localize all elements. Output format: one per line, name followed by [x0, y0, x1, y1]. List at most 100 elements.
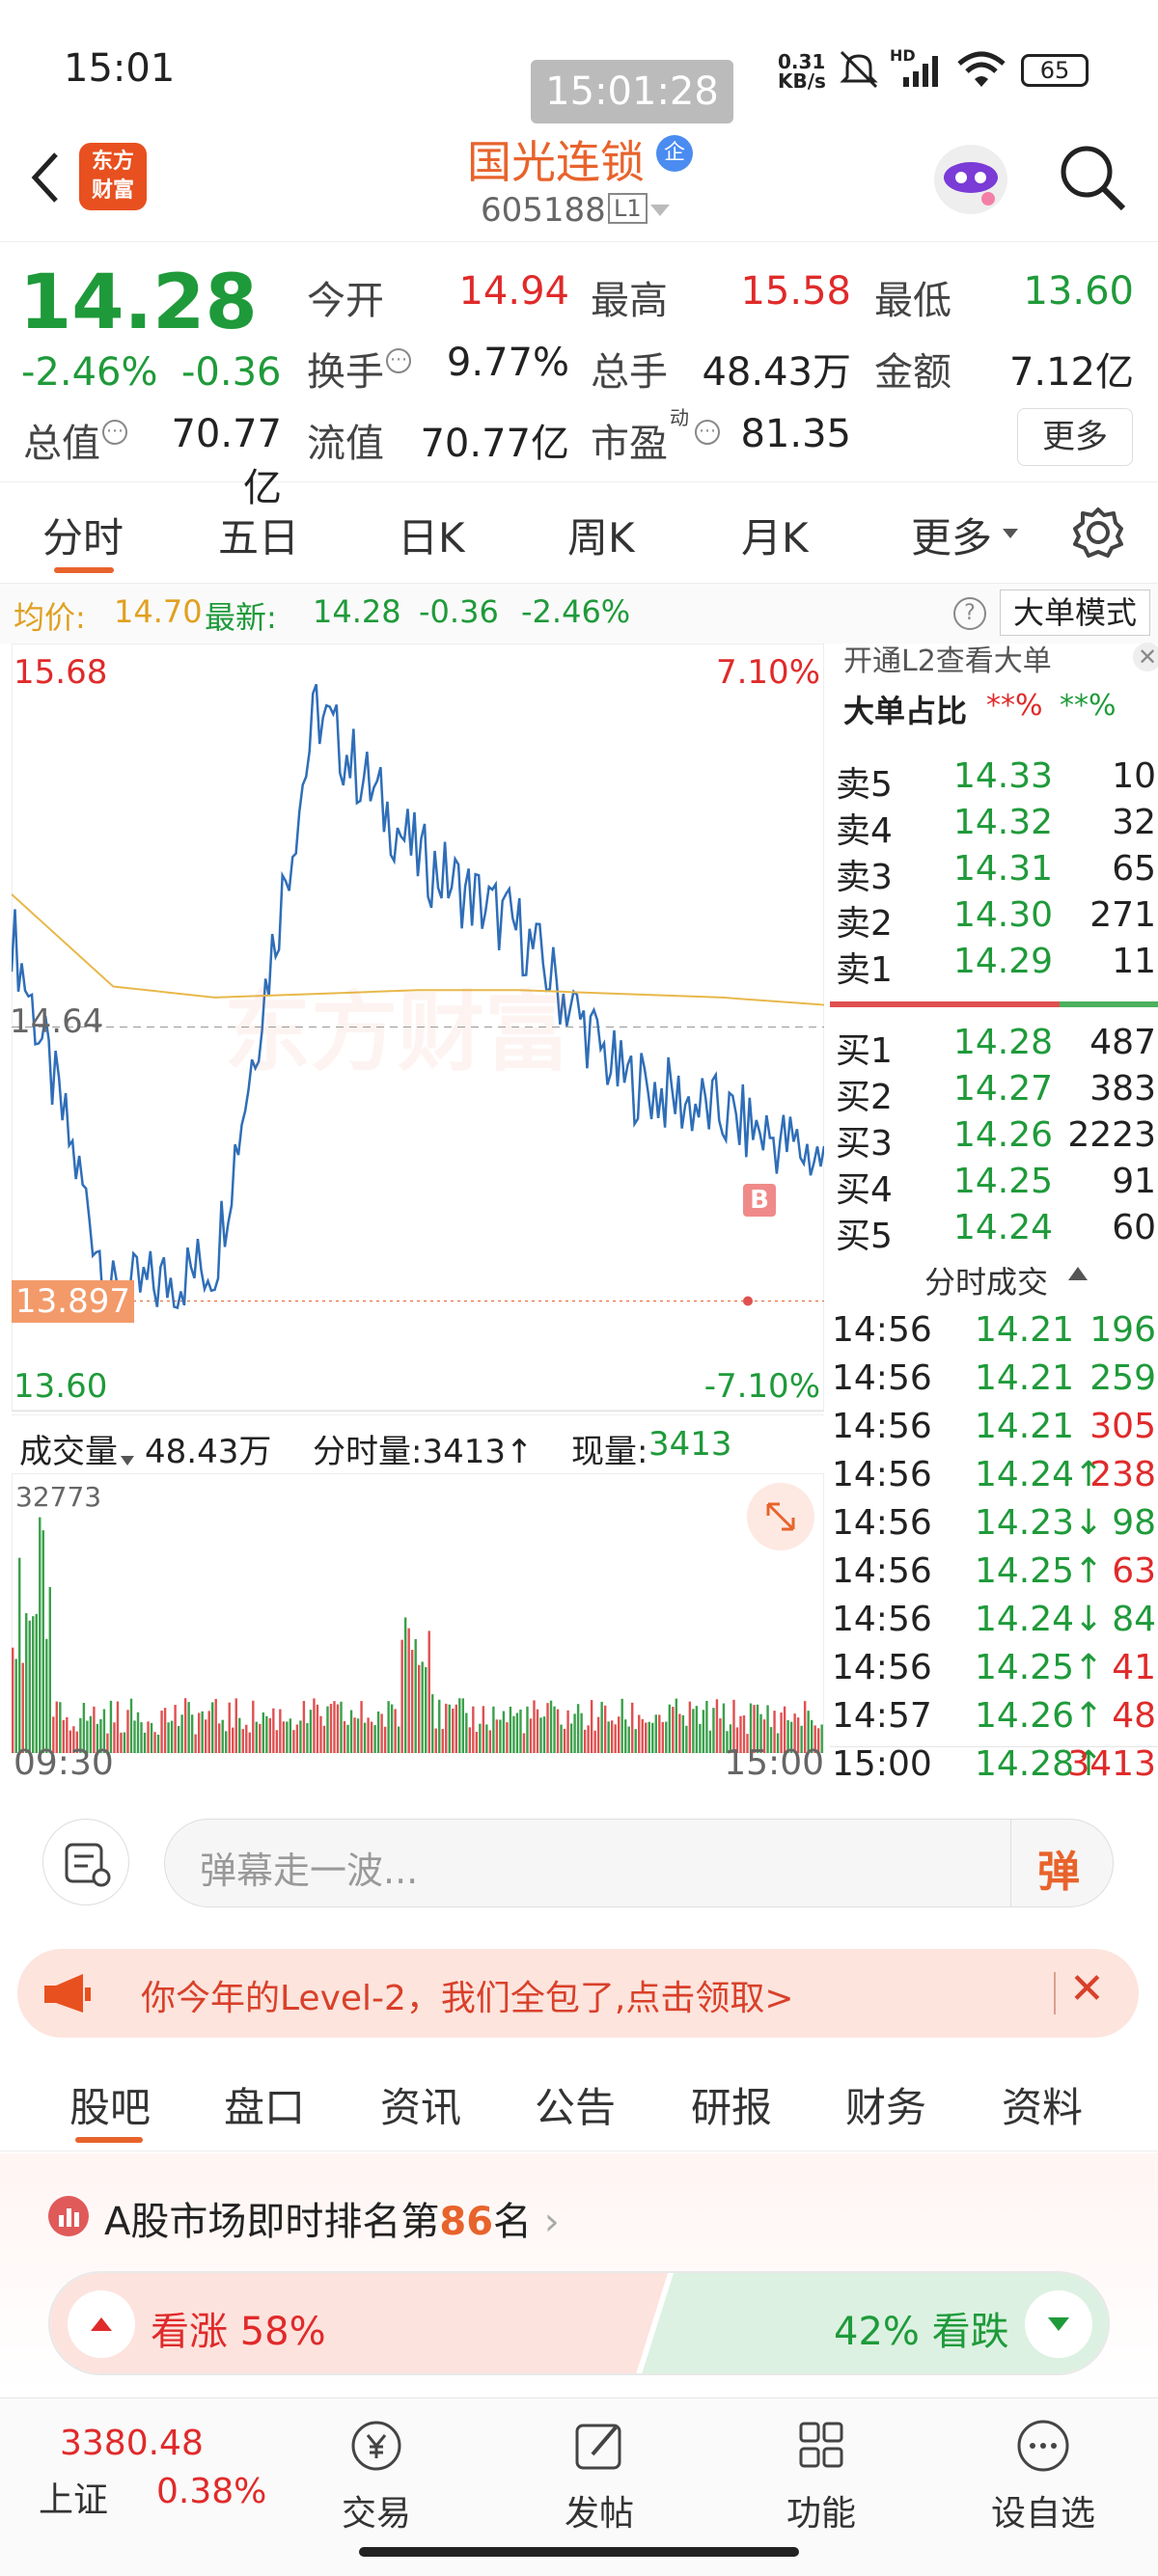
- bearish-button[interactable]: [1025, 2290, 1092, 2358]
- trade-row: 14:56 14.21 259: [830, 1358, 1158, 1405]
- index-pct[interactable]: 0.38%: [156, 2472, 266, 2511]
- volume-bar: [380, 1713, 383, 1753]
- volume-bar: [316, 1704, 319, 1753]
- volume-bar: [607, 1721, 610, 1753]
- latest-change: -0.36: [419, 593, 499, 630]
- caret-down-icon[interactable]: [1002, 525, 1019, 543]
- ob-volume: 10: [1112, 756, 1156, 796]
- trade-volume: 98: [1112, 1503, 1156, 1543]
- ob-volume: 2223: [1067, 1115, 1156, 1155]
- volume-bar: [461, 1698, 465, 1753]
- caret-up-icon[interactable]: [1067, 1266, 1089, 1285]
- tab-more[interactable]: 更多: [911, 506, 992, 564]
- info-icon[interactable]: ⋯: [695, 420, 720, 445]
- danmaku-send-button[interactable]: 弹: [1037, 1837, 1080, 1899]
- rank-text[interactable]: A股市场即时排名第86名 ›: [104, 2190, 560, 2246]
- caret-down-icon[interactable]: [648, 203, 672, 222]
- nav-post[interactable]: 发帖: [537, 2418, 662, 2535]
- comment-bar: 弹幕走一波... 弹: [0, 1790, 1158, 1934]
- close-icon[interactable]: ✕: [1069, 1964, 1105, 2014]
- volume-bar: [705, 1700, 708, 1753]
- volume-bar: [715, 1699, 719, 1753]
- nav-trade[interactable]: 交易: [314, 2418, 439, 2535]
- settings-icon[interactable]: [1071, 506, 1125, 563]
- volume-bar: [556, 1709, 560, 1753]
- tab-news[interactable]: 资讯: [380, 2075, 461, 2134]
- nav-functions[interactable]: 功能: [758, 2418, 884, 2535]
- ask-row: 卖3 14.31 65: [830, 849, 1158, 897]
- volume-bar: [255, 1721, 258, 1753]
- stock-code: 605188: [481, 191, 606, 230]
- intraday-chart[interactable]: 东方财富 15.68 7.10% 14.64 13.897 13.60 -7.1…: [10, 644, 824, 1783]
- volume-bar: [455, 1704, 457, 1753]
- back-icon[interactable]: [19, 147, 77, 205]
- volume-chart: [12, 1473, 824, 1753]
- tab-market-depth[interactable]: 盘口: [224, 2075, 305, 2134]
- caret-down-icon[interactable]: [120, 1437, 135, 1475]
- trade-volume: 196: [1089, 1310, 1156, 1350]
- tab-daily-k[interactable]: 日K: [398, 506, 465, 564]
- tab-research[interactable]: 研报: [691, 2075, 772, 2134]
- bullish-button[interactable]: [68, 2290, 135, 2358]
- danmaku-settings-icon[interactable]: [42, 1819, 129, 1905]
- volume-bar: [292, 1730, 295, 1753]
- volume-bar: [268, 1717, 272, 1753]
- ob-label: 卖2: [836, 904, 893, 944]
- volume-bar: [648, 1721, 650, 1753]
- big-ratio-label: 大单占比: [843, 693, 968, 729]
- tab-five-day[interactable]: 五日: [218, 506, 299, 564]
- volume-bar: [340, 1701, 343, 1753]
- trade-time: 14:56: [832, 1648, 932, 1687]
- home-indicator: [359, 2547, 799, 2557]
- volume-bar: [262, 1712, 265, 1753]
- expand-icon[interactable]: [747, 1483, 814, 1550]
- volume-bar: [299, 1720, 302, 1753]
- volume-bar: [499, 1719, 502, 1753]
- l2-hint[interactable]: 开通L2查看大单: [843, 637, 1052, 679]
- volume-bar: [418, 1664, 421, 1753]
- latest-label: 最新:: [205, 599, 277, 636]
- tab-indicator: [75, 2137, 143, 2143]
- info-icon[interactable]: ⋯: [386, 348, 411, 373]
- volume-bar: [228, 1702, 231, 1753]
- tab-weekly-k[interactable]: 周K: [567, 506, 635, 564]
- robot-assistant-icon[interactable]: [930, 135, 1011, 222]
- tab-financials[interactable]: 财务: [845, 2075, 926, 2134]
- index-value[interactable]: 3380.48: [60, 2424, 204, 2463]
- tab-profile[interactable]: 资料: [1002, 2075, 1083, 2134]
- tab-announcements[interactable]: 公告: [535, 2075, 616, 2134]
- axis-pct-low: -7.10%: [703, 1367, 820, 1406]
- pe-label: 市盈: [591, 422, 668, 466]
- volume-bar: [333, 1701, 336, 1753]
- volume-bar: [403, 1617, 407, 1753]
- trade-time: 14:56: [832, 1358, 932, 1398]
- trade-time: 14:56: [832, 1503, 932, 1543]
- banner-text: 你今年的Level-2，我们全包了,点击领取>: [141, 1979, 794, 2018]
- volume-bar: [373, 1725, 376, 1753]
- level2-banner[interactable]: 你今年的Level-2，我们全包了,点击领取> ✕: [17, 1949, 1139, 2038]
- tab-monthly-k[interactable]: 月K: [741, 506, 809, 564]
- tab-forum[interactable]: 股吧: [69, 2075, 151, 2134]
- order-book: 开通L2查看大单 ✕ 大单占比 **% **% 分时成交 卖5 14.33 10 卖4…: [830, 637, 1158, 1784]
- volume-bar: [553, 1706, 556, 1753]
- info-icon[interactable]: ⋯: [102, 420, 127, 445]
- nav-add-watchlist[interactable]: 设自选: [980, 2418, 1106, 2535]
- volume-bar: [147, 1721, 150, 1753]
- time-start: 09:30: [14, 1743, 114, 1783]
- more-button[interactable]: 更多: [1017, 408, 1133, 466]
- volume-bar: [651, 1722, 654, 1753]
- wifi-icon: [955, 50, 1007, 93]
- float-value: 70.77亿: [420, 422, 569, 466]
- volume-label[interactable]: 成交量: [19, 1425, 118, 1472]
- tab-intraday[interactable]: 分时: [42, 506, 124, 564]
- search-icon[interactable]: [1056, 141, 1129, 218]
- volume-bar: [160, 1711, 163, 1753]
- volume-bar: [48, 1586, 51, 1753]
- danmaku-input[interactable]: 弹幕走一波... 弹: [164, 1819, 1114, 1907]
- help-icon[interactable]: ?: [953, 597, 986, 630]
- big-order-mode-button[interactable]: 大单模式: [1000, 589, 1150, 636]
- ob-label: 买2: [836, 1078, 893, 1117]
- index-name[interactable]: 上证: [39, 2472, 108, 2522]
- close-icon[interactable]: ✕: [1133, 643, 1158, 671]
- volume-bar: [542, 1716, 546, 1753]
